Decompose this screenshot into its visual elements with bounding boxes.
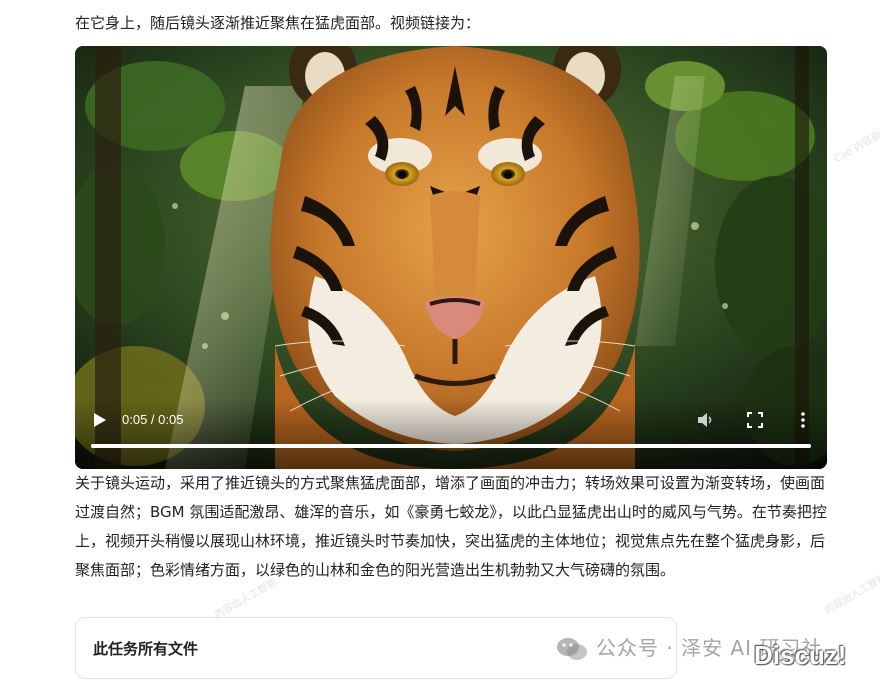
discuz-watermark: Discuz! [754,640,847,670]
volume-muted-icon[interactable] [695,410,715,430]
faint-watermark: Cao 内容由人工智能 [832,109,880,166]
time-display: 0:05 / 0:05 [122,412,184,427]
wechat-icon [557,638,587,660]
more-vertical-icon[interactable] [793,410,813,430]
files-card-title: 此任务所有文件 [93,640,199,658]
progress-fill [91,444,811,448]
fullscreen-icon[interactable] [745,410,765,430]
intro-paragraph: 在它身上，随后镜头逐渐推近聚焦在猛虎面部。视频链接为： [75,14,481,32]
body-paragraph: 关于镜头运动，采用了推近镜头的方式聚焦猛虎面部，增添了画面的冲击力；转场效果可设… [75,474,827,579]
progress-bar[interactable] [91,444,811,448]
play-icon[interactable] [89,410,109,430]
video-player[interactable]: 0:05 / 0:05 [75,46,827,469]
